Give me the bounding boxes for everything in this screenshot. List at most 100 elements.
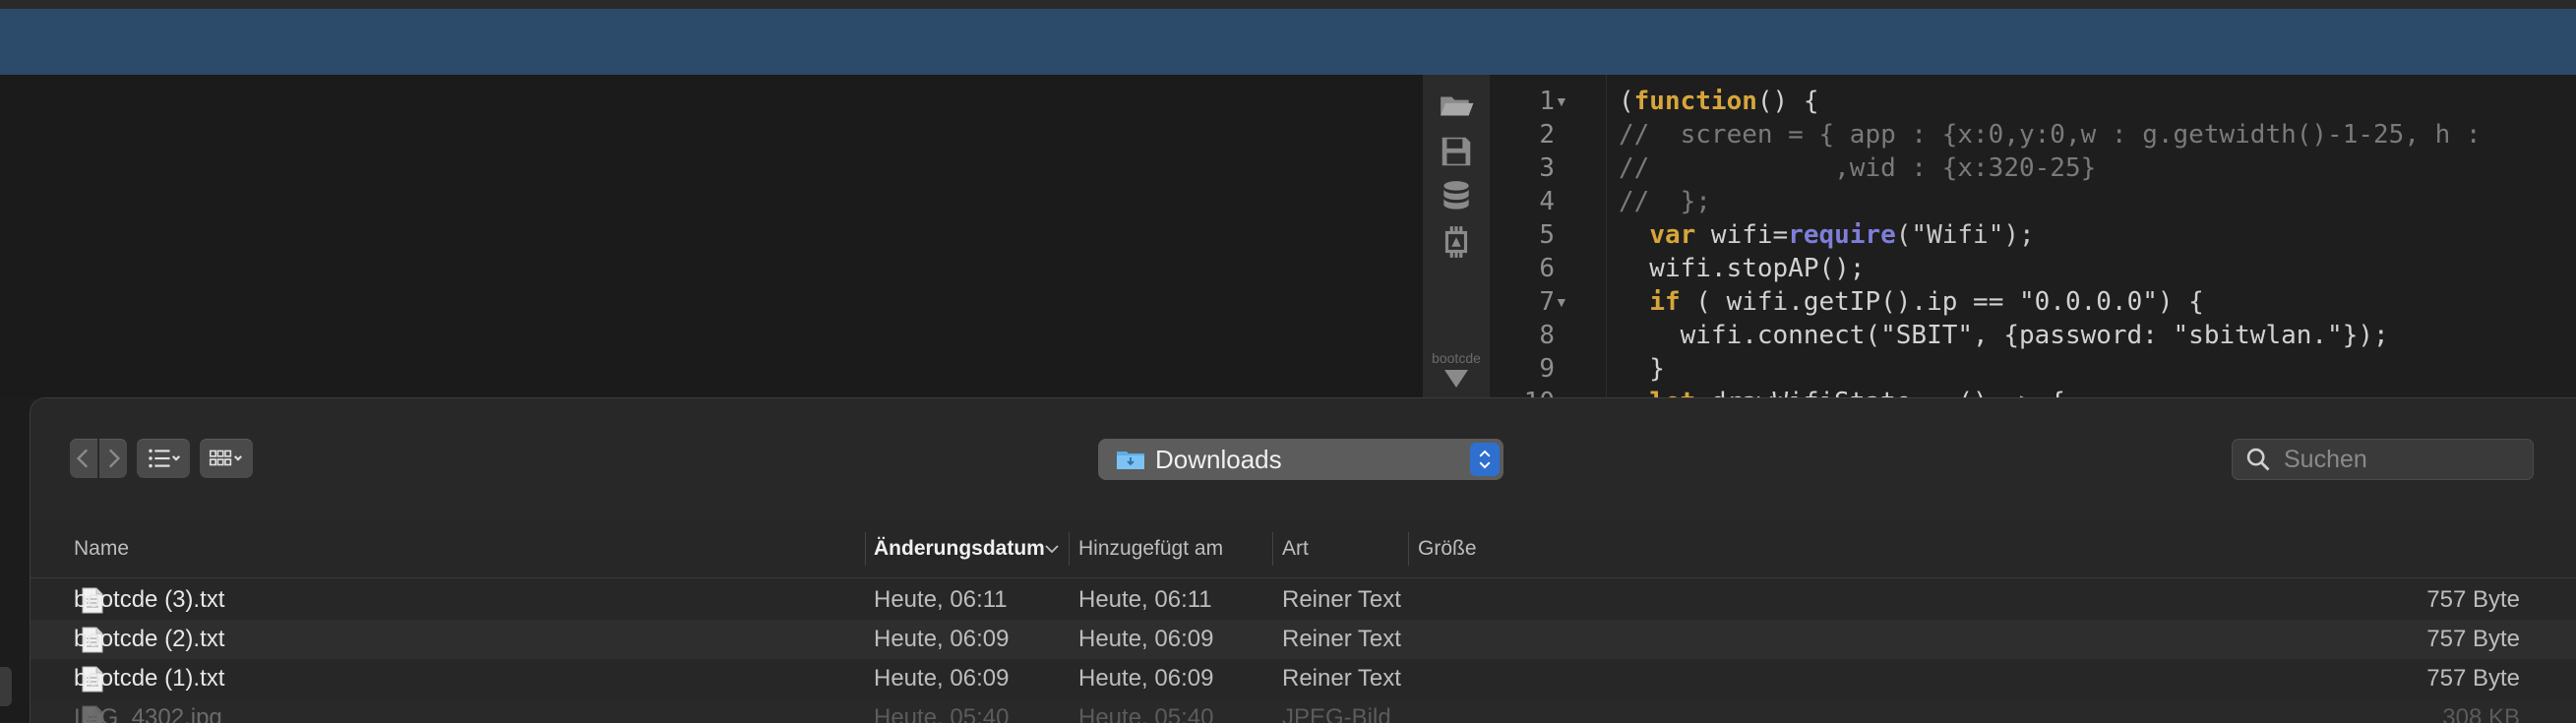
line-number: 5 bbox=[1539, 220, 1555, 250]
file-name: IMG_4302.jpg bbox=[74, 704, 222, 723]
file-size: 757 Byte bbox=[2426, 626, 2520, 652]
file-added: Heute, 06:09 bbox=[1078, 665, 1214, 692]
search-field[interactable] bbox=[2232, 439, 2534, 480]
back-button[interactable] bbox=[70, 439, 97, 478]
column-kind[interactable]: Art bbox=[1282, 520, 1309, 577]
code-line[interactable]: // }; bbox=[1619, 185, 1711, 218]
open-folder-icon[interactable] bbox=[1437, 87, 1476, 126]
file-added: Heute, 05:40 bbox=[1078, 704, 1214, 723]
tool-label: bootcde bbox=[1432, 350, 1481, 366]
column-divider[interactable] bbox=[865, 532, 866, 566]
fold-arrow-icon[interactable]: ▼ bbox=[1555, 294, 1568, 310]
file-row[interactable]: bootcde (3).txt Heute, 06:11 Heute, 06:11 R… bbox=[31, 580, 2576, 620]
code-line[interactable]: (function() { bbox=[1619, 85, 1819, 118]
list-view-button[interactable] bbox=[137, 439, 190, 478]
chevron-right-icon bbox=[108, 449, 121, 468]
file-modified: Heute, 06:09 bbox=[874, 626, 1010, 652]
file-kind: Reiner Text bbox=[1282, 586, 1401, 613]
code-line[interactable]: if ( wifi.getIP().ip == "0.0.0.0") { bbox=[1619, 285, 2204, 319]
code-token: // }; bbox=[1619, 187, 1711, 216]
column-divider[interactable] bbox=[1069, 532, 1070, 566]
line-number: 4 bbox=[1539, 187, 1555, 216]
file-added: Heute, 06:11 bbox=[1078, 586, 1212, 613]
code-line[interactable]: wifi.stopAP(); bbox=[1619, 252, 1865, 285]
file-row[interactable]: IMG_4302.jpg Heute, 05:40 Heute, 05:40 JPEG… bbox=[31, 698, 2576, 723]
file-row[interactable]: bootcde (2).txt Heute, 06:09 Heute, 06:09 R… bbox=[31, 620, 2576, 659]
code-token: } bbox=[1619, 354, 1665, 384]
chevron-left-icon bbox=[76, 449, 89, 468]
file-added: Heute, 06:09 bbox=[1078, 626, 1214, 652]
code-line[interactable]: var wifi=require("Wifi"); bbox=[1619, 218, 2035, 252]
file-kind: Reiner Text bbox=[1282, 665, 1401, 692]
code-token: ("Wifi"); bbox=[1895, 220, 2035, 250]
downloads-folder-icon bbox=[1117, 452, 1144, 469]
grid-icon bbox=[209, 450, 242, 466]
code-token: if bbox=[1649, 287, 1681, 317]
code-token: wifi.connect("SBIT", {password: "sbitwla… bbox=[1619, 321, 2389, 350]
dialog-toolbar: Downloads bbox=[31, 398, 2576, 521]
line-number: 2 bbox=[1539, 120, 1555, 150]
code-token: require bbox=[1788, 220, 1896, 250]
column-header: Name Änderungsdatum Hinzugefügt am Art G… bbox=[31, 520, 2576, 578]
code-token: wifi.stopAP(); bbox=[1619, 254, 1866, 283]
location-stepper[interactable] bbox=[1470, 443, 1500, 476]
ide-title-bar bbox=[0, 9, 2576, 75]
file-modified: Heute, 06:11 bbox=[874, 586, 1008, 613]
code-line[interactable]: // ,wid : {x:320-25} bbox=[1619, 151, 2096, 185]
file-open-dialog: Downloads Name Änderungsdatum Hinzugefüg… bbox=[30, 397, 2576, 723]
code-token: () { bbox=[1756, 87, 1819, 116]
location-popup[interactable]: Downloads bbox=[1098, 439, 1503, 480]
file-size: 308 KB bbox=[2442, 704, 2520, 723]
fold-arrow-icon[interactable]: ▼ bbox=[1555, 93, 1568, 109]
column-added[interactable]: Hinzugefügt am bbox=[1078, 520, 1223, 577]
file-modified: Heute, 06:09 bbox=[874, 665, 1010, 692]
file-kind: JPEG-Bild bbox=[1282, 704, 1391, 723]
line-number: 9 bbox=[1539, 354, 1555, 384]
send-arrow-icon[interactable] bbox=[1444, 370, 1468, 388]
code-editor[interactable]: (function() {// screen = { app : {x:0,y:… bbox=[1607, 75, 2576, 399]
search-input[interactable] bbox=[2282, 444, 2522, 475]
code-token: function bbox=[1633, 87, 1757, 116]
code-token: // screen = { app : {x:0,y:0,w : g.getwi… bbox=[1619, 120, 2482, 150]
code-token: ( wifi.getIP().ip == "0.0.0.0") { bbox=[1680, 287, 2204, 317]
line-number: 8 bbox=[1539, 321, 1555, 350]
forward-button[interactable] bbox=[99, 439, 127, 478]
code-token: ( bbox=[1619, 87, 1634, 116]
sidebar-handle[interactable] bbox=[0, 667, 12, 706]
file-size: 757 Byte bbox=[2426, 586, 2520, 613]
list-icon bbox=[149, 449, 181, 468]
window-top-strip bbox=[0, 0, 2576, 9]
location-label: Downloads bbox=[1155, 444, 1282, 474]
code-line[interactable]: } bbox=[1619, 352, 1665, 386]
column-divider[interactable] bbox=[1272, 532, 1273, 566]
file-row[interactable]: bootcde (1).txt Heute, 06:09 Heute, 06:09 R… bbox=[31, 659, 2576, 698]
column-modified[interactable]: Änderungsdatum bbox=[874, 520, 1045, 577]
code-token: // ,wid : {x:320-25} bbox=[1619, 153, 2097, 183]
code-token: wifi= bbox=[1695, 220, 1789, 250]
save-icon[interactable] bbox=[1437, 132, 1476, 171]
line-number: 7 bbox=[1539, 287, 1555, 317]
search-icon bbox=[2246, 448, 2270, 471]
column-divider[interactable] bbox=[1408, 532, 1409, 566]
sort-chevron-icon bbox=[1045, 545, 1059, 554]
code-line[interactable]: wifi.connect("SBIT", {password: "sbitwla… bbox=[1619, 319, 2389, 352]
group-view-button[interactable] bbox=[200, 439, 253, 478]
line-number: 1 bbox=[1539, 87, 1555, 116]
file-kind: Reiner Text bbox=[1282, 626, 1401, 652]
line-number: 6 bbox=[1539, 254, 1555, 283]
line-number: 3 bbox=[1539, 153, 1555, 183]
file-name: bootcde (1).txt bbox=[74, 665, 225, 692]
file-modified: Heute, 05:40 bbox=[874, 704, 1010, 723]
file-name: bootcde (3).txt bbox=[74, 586, 225, 613]
file-name: bootcde (2).txt bbox=[74, 626, 225, 652]
code-token: var bbox=[1649, 220, 1696, 250]
code-line[interactable]: // screen = { app : {x:0,y:0,w : g.getwi… bbox=[1619, 118, 2482, 151]
column-name[interactable]: Name bbox=[74, 520, 129, 577]
storage-icon[interactable] bbox=[1437, 177, 1476, 216]
console-pane[interactable] bbox=[0, 75, 1423, 399]
file-size: 757 Byte bbox=[2426, 665, 2520, 692]
column-size[interactable]: Größe bbox=[1418, 520, 1477, 577]
chip-icon[interactable] bbox=[1437, 222, 1476, 262]
